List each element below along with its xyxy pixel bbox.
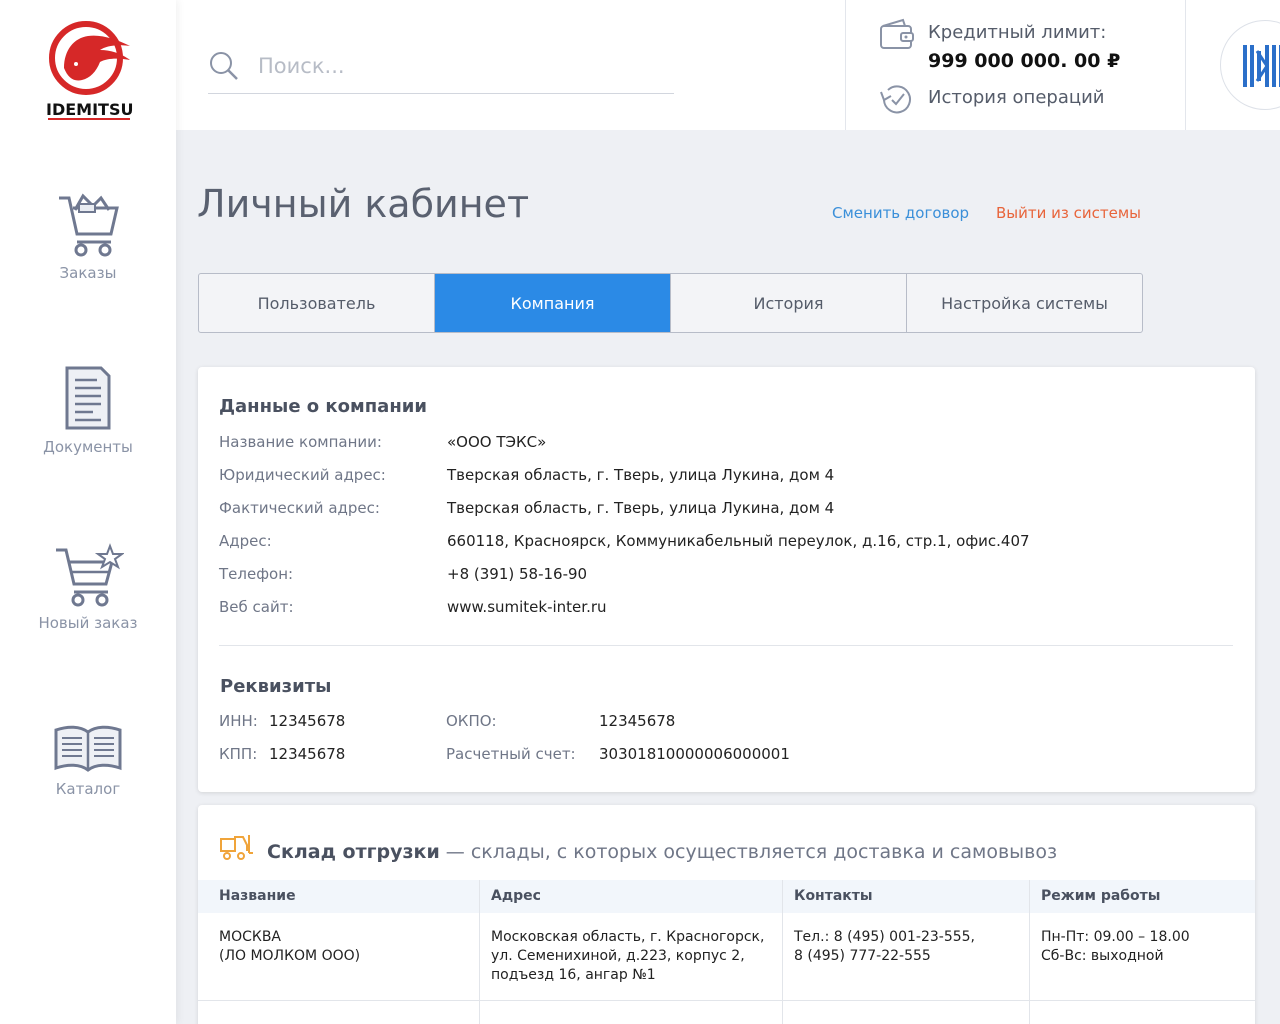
credit-limit-value: 999 000 000. 00 ₽: [928, 50, 1121, 72]
sidebar: IDEMITSU Заказы Документы Новый заказ Ка…: [0, 0, 176, 1024]
tab-user[interactable]: Пользователь: [199, 274, 435, 332]
document-icon: [65, 366, 111, 430]
inn-value: 12345678: [269, 712, 346, 730]
search-box: [208, 46, 674, 94]
field-label: Адрес:: [219, 532, 272, 550]
warehouse-subtitle: — склады, с которых осуществляется доста…: [439, 841, 1058, 863]
switch-contract-link[interactable]: Сменить договор: [832, 204, 969, 222]
sidebar-item-orders[interactable]: Заказы: [0, 190, 176, 282]
sidebar-item-label: Новый заказ: [38, 614, 138, 632]
inn-label: ИНН:: [219, 712, 258, 730]
credit-limit-label: Кредитный лимит:: [928, 22, 1107, 43]
field-label: Телефон:: [219, 565, 294, 583]
account-value: 30301810000006000001: [599, 745, 790, 763]
column-separator: [479, 880, 480, 1024]
kpp-label: КПП:: [219, 745, 258, 763]
operations-history-link[interactable]: История операций: [928, 87, 1105, 108]
field-label: Юридический адрес:: [219, 466, 386, 484]
company-section-title: Данные о компании: [219, 396, 427, 417]
cell-hours: Пн-Пт: 09.00 – 18.00 Сб-Вс: выходной: [1041, 929, 1190, 964]
actual-address-value: Тверская область, г. Тверь, улица Лукина…: [447, 499, 835, 517]
logout-link[interactable]: Выйти из системы: [996, 204, 1141, 222]
warehouse-title-main: Склад отгрузки: [267, 841, 440, 863]
cell-name: МОСКВА (ЛО МОЛКОМ ООО): [219, 929, 361, 964]
book-icon: [54, 725, 122, 772]
cell-contacts: Тел.: 8 (495) 001-23-555, 8 (495) 777-22…: [794, 929, 975, 964]
avatar[interactable]: [1220, 20, 1280, 110]
cell-address: Московская область, г. Красногорск, ул. …: [491, 929, 765, 983]
search-icon: [210, 52, 238, 80]
top-bar: Кредитный лимит: 999 000 000. 00 ₽ Истор…: [176, 0, 1280, 130]
logo-underline: [48, 118, 130, 120]
column-header-address: Адрес: [491, 888, 541, 904]
credit-block: Кредитный лимит: 999 000 000. 00 ₽ Истор…: [845, 0, 1186, 130]
idemitsu-logo-icon: [49, 21, 130, 95]
sidebar-item-label: Каталог: [55, 780, 121, 798]
okpo-label: ОКПО:: [446, 712, 497, 730]
column-header-contacts: Контакты: [794, 888, 873, 904]
tab-system-settings[interactable]: Настройка системы: [907, 274, 1142, 332]
logo-text: IDEMITSU: [46, 100, 134, 119]
column-separator: [782, 880, 783, 1024]
company-name-value: «ООО ТЭКС»: [447, 433, 547, 451]
kpp-value: 12345678: [269, 745, 346, 763]
field-label: Веб сайт:: [219, 598, 294, 616]
account-label: Расчетный счет:: [446, 745, 576, 763]
forklift-icon: [220, 835, 253, 860]
sidebar-item-documents[interactable]: Документы: [0, 364, 176, 456]
tab-history[interactable]: История: [671, 274, 907, 332]
profile-tabs: Пользователь Компания История Настройка …: [198, 273, 1143, 333]
column-header-hours: Режим работы: [1041, 888, 1161, 904]
phone-value: +8 (391) 58-16-90: [447, 565, 588, 583]
sidebar-item-label: Документы: [43, 438, 133, 456]
field-label: Фактический адрес:: [219, 499, 380, 517]
cart-icon: [59, 193, 119, 257]
wallet-icon: [880, 18, 914, 49]
column-header-name: Название: [219, 888, 296, 904]
search-input[interactable]: [258, 48, 658, 84]
field-label: Название компании:: [219, 433, 382, 451]
company-logo-icon: [1243, 45, 1280, 87]
cart-star-icon: [56, 543, 124, 607]
history-icon: [880, 85, 911, 114]
sidebar-item-catalog[interactable]: Каталог: [0, 722, 176, 798]
okpo-value: 12345678: [599, 712, 676, 730]
address-value: 660118, Красноярск, Коммуникабельный пер…: [447, 532, 1030, 550]
company-card: Данные о компании Название компании: «ОО…: [198, 367, 1255, 792]
legal-address-value: Тверская область, г. Тверь, улица Лукина…: [447, 466, 835, 484]
sidebar-item-label: Заказы: [59, 264, 117, 282]
warehouse-title: Склад отгрузки — склады, с которых осуще…: [267, 841, 1057, 863]
brand-logo[interactable]: IDEMITSU: [46, 20, 134, 124]
website-value: www.sumitek-inter.ru: [447, 598, 607, 616]
page-title: Личный кабинет: [197, 182, 530, 226]
column-separator: [1029, 880, 1030, 1024]
warehouse-card: Склад отгрузки — склады, с которых осуще…: [198, 805, 1255, 1024]
row-separator: [198, 1000, 1255, 1001]
sidebar-item-new-order[interactable]: Новый заказ: [0, 542, 176, 632]
requisites-section-title: Реквизиты: [220, 676, 332, 697]
tab-company[interactable]: Компания: [435, 274, 671, 332]
section-divider: [219, 645, 1233, 646]
